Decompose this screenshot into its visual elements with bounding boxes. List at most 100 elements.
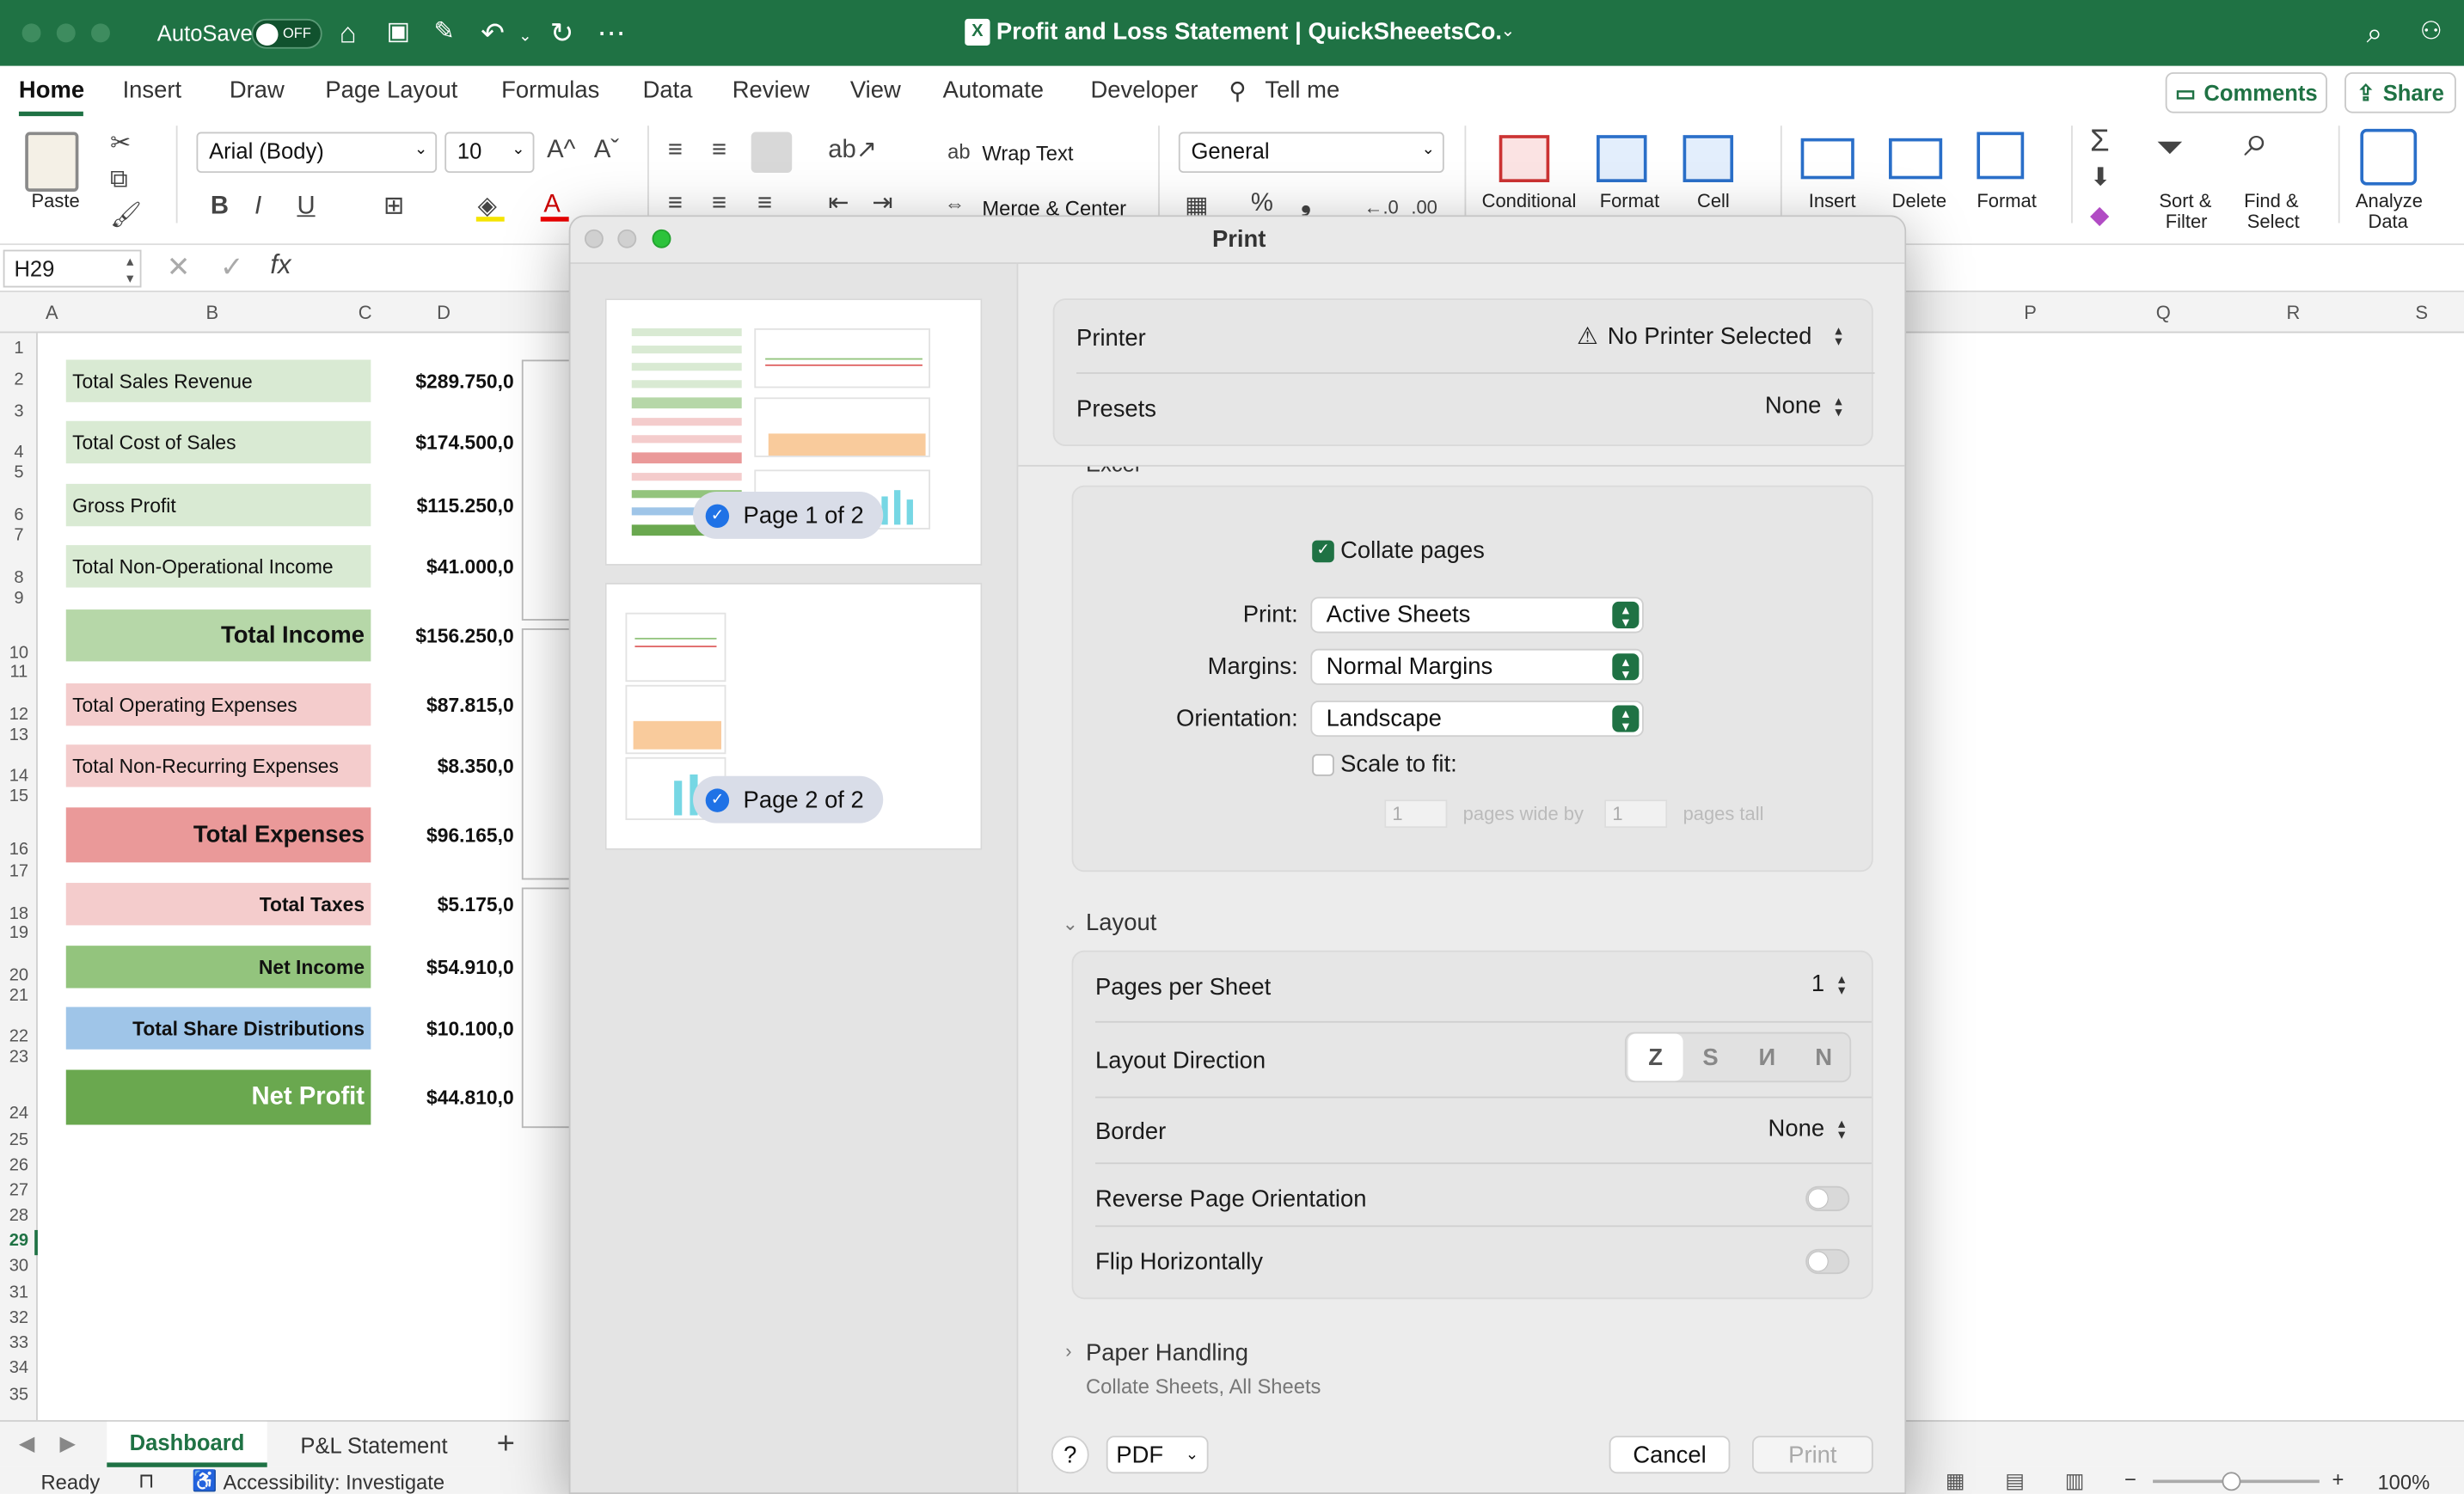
chart-total-expenses-income[interactable] (521, 359, 573, 621)
search-icon[interactable]: ⌕ (2367, 14, 2382, 52)
add-sheet-icon[interactable]: + (497, 1426, 515, 1462)
options-scroll-area[interactable]: Excel ✓ Collate pages Print: Active Shee… (1018, 467, 1904, 1492)
direction-z-icon[interactable]: Z (1627, 1033, 1683, 1081)
scroll-left-icon[interactable]: ◀ (19, 1431, 34, 1456)
metric-label[interactable]: Total Income (65, 609, 371, 662)
accessibility-status[interactable]: Accessibility: Investigate (224, 1471, 445, 1494)
row-header[interactable]: 28 (0, 1207, 38, 1226)
number-format-select[interactable]: General ⌄ (1178, 132, 1444, 174)
tab-data[interactable]: Data (643, 77, 693, 104)
cancel-entry-icon[interactable]: ✕ (167, 251, 191, 284)
save-icon[interactable]: ▣ (387, 14, 411, 52)
confirm-entry-icon[interactable]: ✓ (220, 251, 244, 284)
row-header[interactable]: 24 (0, 1105, 38, 1124)
align-bottom-icon[interactable] (751, 132, 793, 174)
analyze-data-icon[interactable] (2360, 128, 2418, 186)
flip-horizontally-toggle[interactable] (1805, 1248, 1850, 1275)
analyze-data-label-1[interactable]: Analyze (2356, 191, 2423, 212)
pages-tall-input[interactable]: 1 (1604, 799, 1668, 829)
metric-value[interactable]: $8.350,0 (376, 744, 514, 787)
row-header[interactable]: 25 (0, 1131, 38, 1150)
comments-button[interactable]: ▭ Comments (2165, 72, 2327, 113)
pages-wide-input[interactable]: 1 (1384, 799, 1448, 829)
row-header[interactable]: 14 (0, 767, 38, 786)
col-header-r[interactable]: R (2286, 302, 2300, 324)
metric-value[interactable]: $87.815,0 (376, 683, 514, 726)
tab-insert[interactable]: Insert (123, 77, 182, 104)
format-cells-label[interactable]: Format (1977, 191, 2036, 212)
name-box[interactable]: H29 ▴ ▾ (3, 249, 142, 288)
redo-icon[interactable]: ↻ (550, 14, 574, 52)
fill-icon[interactable]: ⬇ (2090, 163, 2112, 195)
row-header[interactable]: 8 (0, 569, 38, 588)
row-header[interactable]: 1 (0, 340, 38, 358)
row-header[interactable]: 32 (0, 1308, 38, 1327)
orientation-icon[interactable]: ab↗ (828, 135, 877, 167)
col-header-p[interactable]: P (2024, 302, 2037, 324)
metric-label[interactable]: Total Operating Expenses (65, 683, 371, 726)
tab-home[interactable]: Home (19, 77, 84, 104)
zoom-slider-handle[interactable] (2222, 1472, 2241, 1491)
cell-styles-label[interactable]: Cell (1697, 191, 1730, 212)
align-middle-icon[interactable]: ≡ (712, 135, 726, 167)
row-header[interactable]: 31 (0, 1283, 38, 1302)
page-break-view-icon[interactable]: ▥ (2065, 1469, 2084, 1494)
autosum-icon[interactable]: Σ (2090, 126, 2110, 157)
row-header[interactable]: 19 (0, 924, 38, 943)
border-select[interactable]: None ▴ ▾ (1768, 1116, 1850, 1142)
row-header[interactable]: 18 (0, 905, 38, 924)
col-header-b[interactable]: B (205, 302, 218, 324)
metric-value[interactable]: $156.250,0 (376, 609, 513, 661)
macro-recording-icon[interactable]: ⊓ (138, 1469, 155, 1494)
minimize-window-button[interactable] (56, 23, 76, 43)
metric-value[interactable]: $10.100,0 (376, 1007, 514, 1049)
save-as-icon[interactable]: ✎ (433, 14, 455, 52)
undo-dropdown-icon[interactable]: ⌄ (518, 19, 531, 57)
tab-automate[interactable]: Automate (943, 77, 1044, 104)
delete-cells-label[interactable]: Delete (1892, 191, 1946, 212)
tab-formulas[interactable]: Formulas (501, 77, 599, 104)
row-header[interactable]: 2 (0, 370, 38, 389)
paste-icon[interactable] (25, 132, 79, 192)
col-header-d[interactable]: D (437, 302, 451, 324)
row-header[interactable]: 21 (0, 987, 38, 1006)
format-cells-icon[interactable] (1977, 132, 2025, 180)
undo-icon[interactable]: ↶ (481, 14, 505, 52)
clear-icon[interactable]: ◆ (2090, 201, 2110, 233)
sheet-tab-dashboard[interactable]: Dashboard (107, 1421, 267, 1467)
row-header[interactable]: 7 (0, 526, 38, 545)
layout-section-header[interactable]: Layout (1086, 909, 1156, 936)
insert-cells-icon[interactable] (1800, 138, 1854, 180)
metric-value[interactable]: $54.910,0 (376, 946, 514, 988)
row-header[interactable]: 20 (0, 966, 38, 985)
row-header[interactable]: 33 (0, 1334, 38, 1353)
font-size-select[interactable]: 10 ⌄ (444, 132, 535, 174)
tab-draw[interactable]: Draw (230, 77, 285, 104)
format-as-table-icon[interactable] (1597, 135, 1647, 182)
format-painter-icon[interactable]: 🖌 (110, 201, 142, 233)
metric-value[interactable]: $115.250,0 (376, 484, 514, 526)
metric-value[interactable]: $174.500,0 (376, 421, 513, 463)
row-header[interactable]: 17 (0, 862, 38, 881)
row-header[interactable]: 16 (0, 841, 38, 860)
row-header[interactable]: 5 (0, 463, 38, 482)
copy-icon[interactable]: ⧉ (110, 165, 128, 197)
chevron-right-icon[interactable]: › (1065, 1340, 1071, 1362)
cancel-button[interactable]: Cancel (1609, 1436, 1731, 1474)
row-header[interactable]: 34 (0, 1359, 38, 1378)
page-1-checkbox[interactable]: ✓ Page 1 of 2 (693, 492, 883, 539)
tell-me-search[interactable]: Tell me (1265, 77, 1339, 104)
wrap-text-button[interactable]: Wrap Text (982, 141, 1073, 164)
margins-select[interactable]: Normal Margins ▴ ▾ (1310, 648, 1644, 685)
col-header-q[interactable]: Q (2156, 302, 2171, 324)
align-top-icon[interactable]: ≡ (668, 135, 683, 167)
row-header[interactable]: 12 (0, 706, 38, 725)
sort-filter-icon[interactable]: ⏷ (2156, 130, 2184, 164)
normal-view-icon[interactable]: ▦ (1946, 1469, 1964, 1494)
close-window-button[interactable] (21, 23, 41, 43)
page-2-checkbox[interactable]: ✓ Page 2 of 2 (693, 775, 883, 824)
row-header[interactable]: 22 (0, 1027, 38, 1046)
format-as-table-label[interactable]: Format (1600, 191, 1659, 212)
sort-filter-label-1[interactable]: Sort & (2159, 191, 2211, 212)
scroll-right-icon[interactable]: ▶ (59, 1431, 75, 1456)
